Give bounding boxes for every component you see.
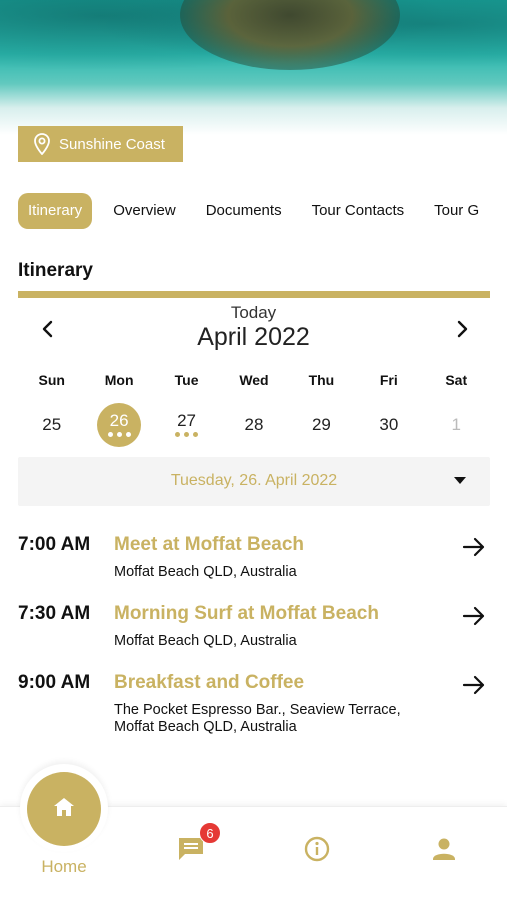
weekday-label: Sun [38, 372, 65, 388]
event-title: Morning Surf at Moffat Beach [114, 603, 379, 624]
weekday-label: Wed [239, 372, 269, 388]
event-dots [85, 432, 152, 437]
itinerary-item[interactable]: 9:00 AM Breakfast and Coffee The Pocket … [18, 672, 490, 740]
location-pin-icon [34, 133, 50, 155]
day-number: 26 [109, 411, 129, 430]
weekday-label: Fri [379, 372, 398, 388]
weekday-label: Mon [104, 372, 134, 388]
chevron-left-icon[interactable] [38, 318, 58, 340]
calendar-day[interactable]: 27 [153, 402, 220, 446]
tab-tour-contacts[interactable]: Tour Contacts [300, 193, 417, 229]
tab-documents[interactable]: Documents [194, 193, 294, 229]
weekday-label: Tue [174, 372, 199, 388]
tab-tour-guide[interactable]: Tour G [422, 193, 491, 229]
calendar-month: April 2022 [197, 323, 310, 351]
tab-itinerary[interactable]: Itinerary [18, 193, 93, 229]
weekday-label: Sat [445, 372, 468, 388]
date-dropdown[interactable]: Tuesday, 26. April 2022 [18, 457, 490, 506]
calendar-day[interactable]: 30 [355, 402, 422, 446]
day-number: 27 [177, 411, 197, 430]
day-number: 1 [451, 415, 461, 434]
event-time: 9:00 AM [18, 672, 91, 693]
event-title: Breakfast and Coffee [114, 672, 305, 693]
event-address: Moffat Beach QLD, Australia [114, 564, 297, 580]
weekday-label: Thu [308, 372, 335, 388]
calendar-week: 25 26 27 28 29 30 1 [18, 402, 490, 447]
itinerary-item[interactable]: 7:30 AM Morning Surf at Moffat Beach Mof… [18, 603, 490, 653]
weekday-header: Sun Mon Tue Wed Thu Fri Sat [18, 372, 490, 388]
day-number: 30 [379, 415, 399, 434]
home-label[interactable]: Home [0, 857, 128, 877]
calendar-day-selected[interactable]: 26 [85, 402, 152, 447]
message-count-badge: 6 [199, 822, 221, 844]
calendar-day[interactable]: 29 [288, 402, 355, 446]
section-divider [18, 291, 490, 298]
caret-down-icon [454, 477, 466, 484]
date-dropdown-value: Tuesday, 26. April 2022 [170, 472, 338, 489]
profile-icon[interactable] [429, 834, 459, 864]
event-time: 7:00 AM [18, 534, 91, 555]
day-number: 28 [244, 415, 264, 434]
home-icon [52, 796, 76, 823]
info-icon[interactable] [302, 834, 332, 864]
calendar-day[interactable]: 25 [18, 402, 85, 446]
chevron-right-icon[interactable] [452, 318, 472, 340]
arrow-right-icon[interactable] [462, 536, 486, 558]
calendar-day[interactable]: 28 [220, 402, 287, 446]
day-number: 25 [42, 415, 62, 434]
day-number: 29 [311, 415, 331, 434]
event-address: The Pocket Espresso Bar., Seaview Terrac… [114, 702, 401, 735]
location-badge[interactable]: Sunshine Coast [18, 126, 183, 162]
section-title: Itinerary [18, 260, 93, 281]
calendar-today-label[interactable]: Today [0, 303, 507, 323]
location-label: Sunshine Coast [59, 135, 165, 153]
home-button[interactable] [27, 772, 101, 846]
arrow-right-icon[interactable] [462, 674, 486, 696]
event-time: 7:30 AM [18, 603, 91, 624]
header-photo [0, 0, 507, 135]
arrow-right-icon[interactable] [462, 605, 486, 627]
calendar-day[interactable]: 1 [423, 402, 490, 446]
event-dots [153, 432, 220, 437]
event-address: Moffat Beach QLD, Australia [114, 633, 297, 649]
event-title: Meet at Moffat Beach [114, 534, 305, 555]
itinerary-item[interactable]: 7:00 AM Meet at Moffat Beach Moffat Beac… [18, 534, 490, 584]
tab-overview[interactable]: Overview [101, 193, 188, 229]
tab-bar: Itinerary Overview Documents Tour Contac… [18, 193, 507, 229]
